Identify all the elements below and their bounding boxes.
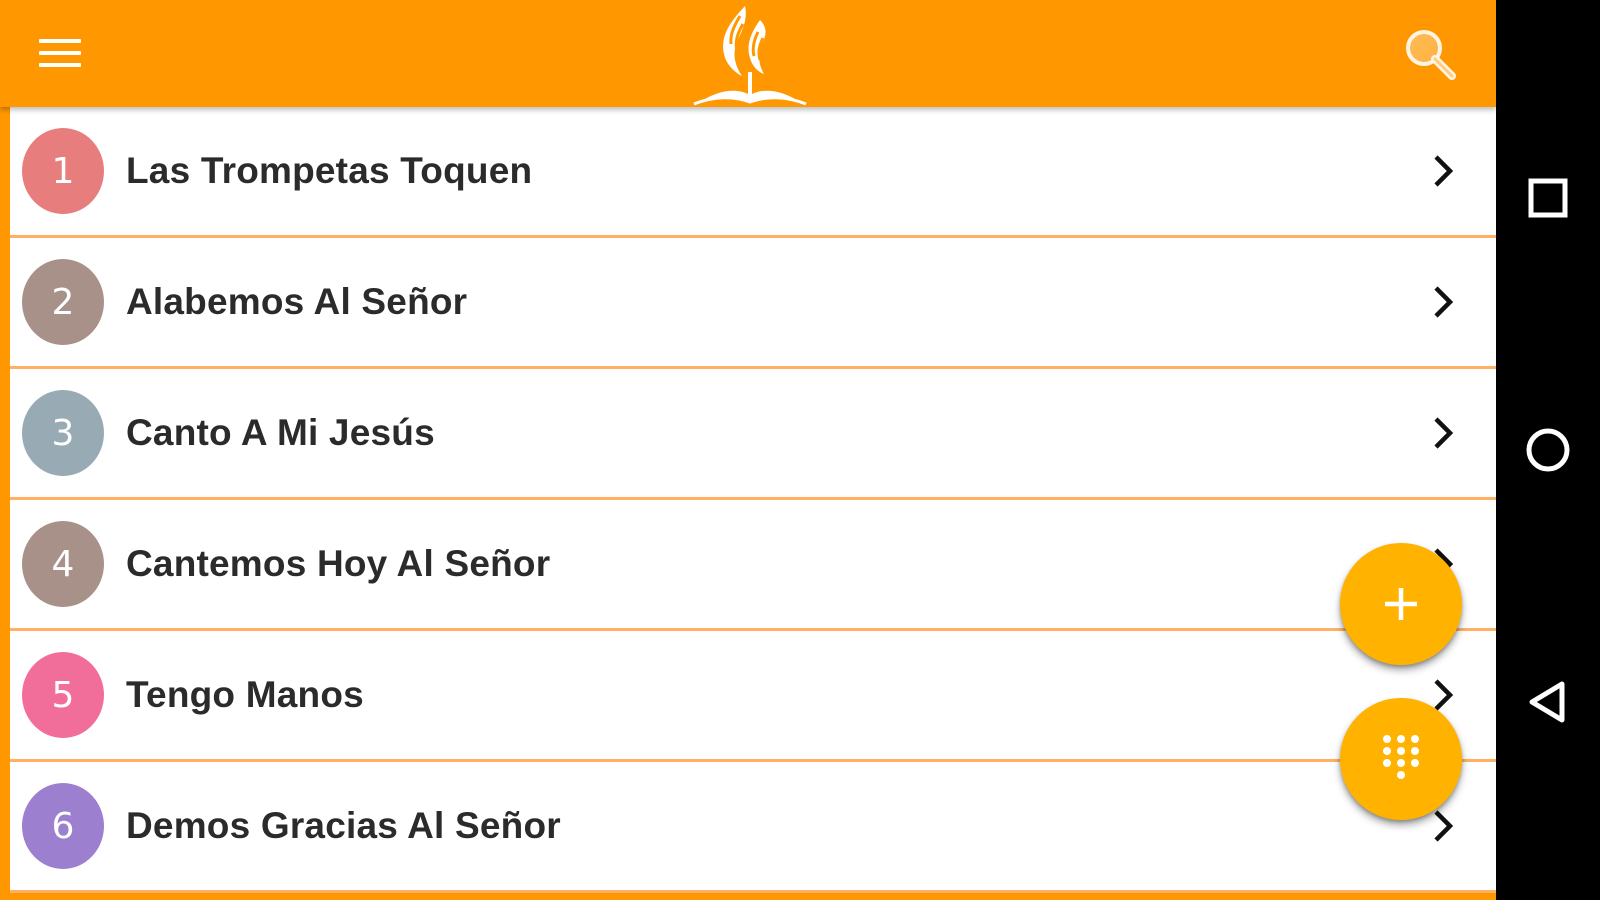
back-triangle-icon[interactable] <box>1518 672 1578 732</box>
hymn-list: 1 Las Trompetas Toquen 2 Alabemos Al Señ… <box>10 107 1496 893</box>
plus-icon <box>1385 588 1417 620</box>
hamburger-menu-icon[interactable] <box>32 28 88 78</box>
hymn-list-item-6[interactable]: 6 Demos Gracias Al Señor <box>10 762 1496 893</box>
hymn-list-item-4[interactable]: 4 Cantemos Hoy Al Señor <box>10 500 1496 631</box>
hymn-title: Canto A Mi Jesús <box>126 412 435 453</box>
chevron-right-icon <box>1434 810 1454 842</box>
hymn-number-badge: 5 <box>22 652 104 738</box>
hymn-number-badge: 6 <box>22 783 104 869</box>
dialpad-fab-button[interactable] <box>1340 698 1462 820</box>
chevron-right-icon <box>1434 155 1454 187</box>
recents-square-icon[interactable] <box>1518 168 1578 228</box>
home-circle-icon[interactable] <box>1518 420 1578 480</box>
app-screen: 1 Las Trompetas Toquen 2 Alabemos Al Señ… <box>0 0 1496 900</box>
hymn-list-item-1[interactable]: 1 Las Trompetas Toquen <box>10 107 1496 238</box>
adventist-logo-icon <box>693 6 807 106</box>
chevron-right-icon <box>1434 417 1454 449</box>
hymn-title: Tengo Manos <box>126 674 364 715</box>
chevron-right-icon <box>1434 286 1454 318</box>
hymn-list-item-5[interactable]: 5 Tengo Manos <box>10 631 1496 762</box>
app-bar <box>0 0 1496 107</box>
system-navigation-bar <box>1496 0 1600 900</box>
add-fab-button[interactable] <box>1340 543 1462 665</box>
hymn-number-badge: 4 <box>22 521 104 607</box>
hymn-list-item-3[interactable]: 3 Canto A Mi Jesús <box>10 369 1496 500</box>
dialpad-icon <box>1383 735 1419 779</box>
hymn-number-badge: 3 <box>22 390 104 476</box>
hymn-list-item-2[interactable]: 2 Alabemos Al Señor <box>10 238 1496 369</box>
search-icon[interactable] <box>1400 24 1464 88</box>
hymn-title: Demos Gracias Al Señor <box>126 805 561 846</box>
hymn-number-badge: 1 <box>22 128 104 214</box>
hymn-title: Cantemos Hoy Al Señor <box>126 543 551 584</box>
hymn-title: Alabemos Al Señor <box>126 281 468 322</box>
hymn-number-badge: 2 <box>22 259 104 345</box>
hymn-title: Las Trompetas Toquen <box>126 150 533 191</box>
